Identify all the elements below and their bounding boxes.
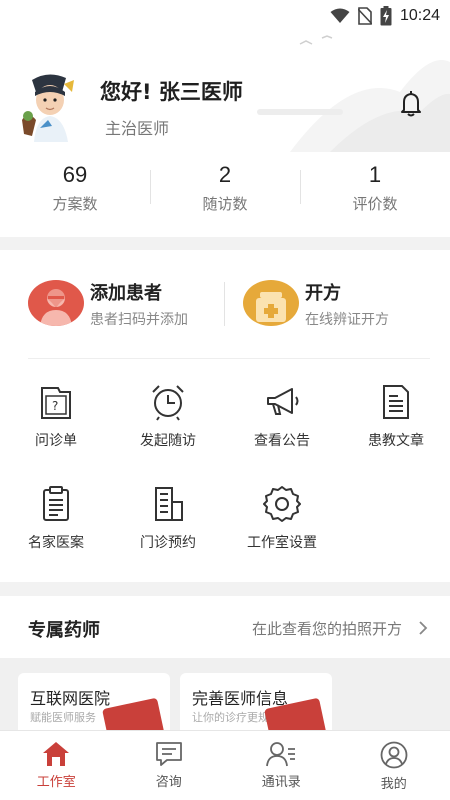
prescribe-title: 开方	[305, 283, 341, 304]
grid-appointments[interactable]: 门诊预约	[112, 484, 224, 552]
bottom-tab-bar: 工作室 咨询 通讯录 我的	[0, 730, 450, 800]
pharmacist-link[interactable]: 在此查看您的拍照开方	[252, 618, 402, 639]
grid-followup[interactable]: 发起随访	[112, 382, 224, 450]
svg-text:?: ?	[52, 399, 58, 413]
tab-studio[interactable]: 工作室	[0, 731, 113, 800]
grid-label: 查看公告	[254, 433, 310, 449]
stats-row: 69 方案数 2 随访数 1 评价数	[0, 160, 450, 220]
status-bar: 10:24	[0, 0, 450, 32]
megaphone-icon	[267, 388, 299, 415]
grid-studio-settings[interactable]: 工作室设置	[226, 484, 338, 552]
profile-icon	[380, 741, 408, 769]
article-icon	[383, 385, 409, 419]
stat-value: 1	[368, 162, 382, 187]
card-decoration	[102, 697, 166, 730]
add-patient-subtitle: 患者扫码并添加	[90, 312, 188, 328]
prescribe-subtitle: 在线辨证开方	[305, 312, 389, 328]
actions-divider	[224, 282, 225, 326]
add-patient-icon	[28, 280, 84, 326]
promo-cards: 互联网医院 赋能医师服务 完善医师信息 让你的诊疗更规范	[0, 658, 450, 730]
inquiry-form-icon: ?	[41, 387, 71, 419]
chat-icon	[155, 742, 182, 766]
doctor-avatar[interactable]	[18, 70, 90, 142]
grid-label: 工作室设置	[247, 535, 317, 551]
stat-value: 69	[62, 162, 88, 187]
gear-icon	[263, 486, 301, 522]
doctor-role: 主治医师	[105, 119, 170, 138]
stat-label: 评价数	[352, 195, 398, 213]
section-divider	[28, 358, 430, 359]
grid-announcements[interactable]: 查看公告	[226, 382, 338, 450]
add-patient-title: 添加患者	[90, 283, 162, 304]
grid-inquiry-form[interactable]: ? 问诊单	[0, 382, 112, 450]
grid-label: 问诊单	[35, 433, 77, 449]
actions-panel: 添加患者 患者扫码并添加 开方 在线辨证开方 ? 问诊单 发起随访 查看公告 患…	[0, 250, 450, 582]
add-patient-button[interactable]: 添加患者 患者扫码并添加	[28, 280, 188, 330]
grid-label: 患教文章	[368, 433, 424, 449]
status-time: 10:24	[399, 7, 440, 24]
stat-value: 2	[218, 162, 232, 187]
prescribe-button[interactable]: 开方 在线辨证开方	[243, 280, 389, 330]
profile-header: 您好! 张三医师 主治医师 69 方案数 2 随访数 1 评价数	[0, 32, 450, 237]
medicine-box-icon	[243, 280, 299, 326]
grid-label: 发起随访	[140, 433, 196, 449]
wifi-icon	[330, 8, 350, 23]
grid-label: 名家医案	[28, 535, 84, 551]
stat-label: 随访数	[202, 195, 248, 213]
card-complete-info[interactable]: 完善医师信息 让你的诊疗更规范	[180, 673, 332, 730]
stat-label: 方案数	[52, 195, 98, 213]
pharmacist-title: 专属药师	[28, 620, 100, 641]
tab-label: 咨询	[155, 775, 182, 790]
card-title: 完善医师信息	[192, 689, 289, 708]
grid-label: 门诊预约	[140, 535, 196, 551]
pharmacist-section[interactable]: 专属药师 在此查看您的拍照开方	[0, 596, 450, 658]
home-icon	[43, 742, 70, 766]
battery-charging-icon	[380, 6, 392, 26]
card-internet-hospital[interactable]: 互联网医院 赋能医师服务	[18, 673, 170, 730]
contacts-icon	[266, 742, 296, 767]
stat-reviews[interactable]: 1 评价数	[300, 160, 450, 220]
chevron-right-icon	[419, 621, 428, 635]
greeting-title: 您好! 张三医师	[100, 80, 243, 104]
tab-label: 通讯录	[261, 775, 301, 790]
tab-consult[interactable]: 咨询	[113, 731, 226, 800]
alarm-clock-icon	[152, 385, 184, 421]
tab-mine[interactable]: 我的	[338, 731, 450, 800]
card-title: 互联网医院	[30, 689, 111, 708]
grid-famous-cases[interactable]: 名家医案	[0, 484, 112, 552]
clipboard-icon	[43, 486, 69, 521]
no-sim-icon	[357, 7, 372, 25]
tab-contacts[interactable]: 通讯录	[225, 731, 338, 800]
bell-icon[interactable]	[398, 90, 424, 118]
stat-followups[interactable]: 2 随访数	[150, 160, 300, 220]
stat-plans[interactable]: 69 方案数	[0, 160, 150, 220]
card-subtitle: 赋能医师服务	[30, 711, 96, 724]
tab-label: 工作室	[36, 775, 76, 790]
grid-articles[interactable]: 患教文章	[340, 382, 450, 450]
building-icon	[155, 487, 183, 521]
tab-label: 我的	[380, 777, 407, 792]
